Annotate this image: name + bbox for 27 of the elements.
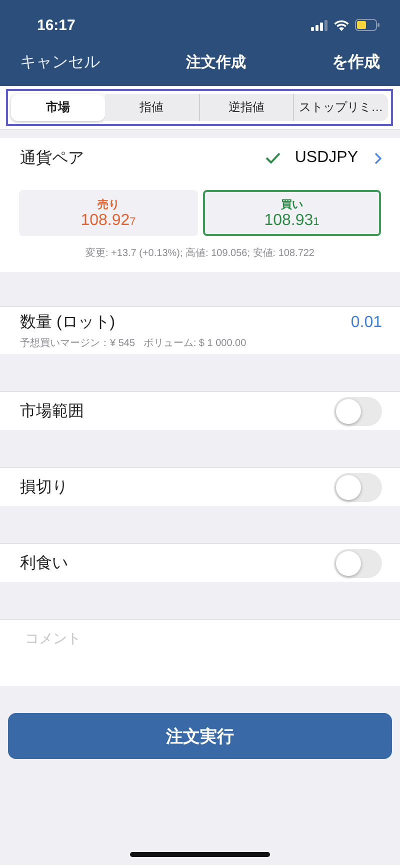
currency-pair-row[interactable]: 通貨ペア USDJPY	[0, 138, 400, 178]
order-type-tab[interactable]: ストップリミ…	[293, 94, 388, 121]
cancel-button[interactable]: キャンセル	[20, 52, 100, 73]
signal-icon	[311, 20, 328, 30]
volume-label: 数量 (ロット)	[20, 313, 116, 333]
pair-value: USDJPY	[294, 149, 358, 167]
margin-note: 予想買いマージン：¥ 545 ボリューム: $ 1 000.00	[20, 336, 248, 350]
toggle-switch[interactable]	[334, 548, 382, 578]
switch-label: 利食い	[20, 554, 68, 574]
order-type-tab[interactable]: 市場	[11, 94, 105, 121]
battery-icon	[355, 19, 380, 31]
chevron-right-icon	[374, 152, 382, 164]
status-time: 16:17	[37, 16, 76, 34]
wifi-icon	[334, 20, 349, 30]
pair-label: 通貨ペア	[20, 148, 84, 168]
switch-label: 損切り	[20, 478, 68, 498]
toggle-switch[interactable]	[334, 396, 382, 426]
toggle-switch[interactable]	[334, 472, 382, 502]
volume-value[interactable]: 0.01	[350, 314, 382, 332]
comment-field[interactable]: コメント	[0, 620, 400, 686]
switch-label: 市場範囲	[20, 402, 84, 422]
order-type-tab[interactable]: 指値	[104, 94, 198, 121]
price-stats: 変更: +13.7 (+0.13%); 高値: 109.056; 安値: 108.722	[84, 246, 316, 260]
submit-order-button[interactable]: 注文実行	[8, 713, 392, 759]
create-button[interactable]: を作成	[332, 52, 380, 73]
order-type-tab[interactable]: 逆指値	[198, 94, 294, 121]
screen-title: 注文作成	[186, 53, 246, 72]
